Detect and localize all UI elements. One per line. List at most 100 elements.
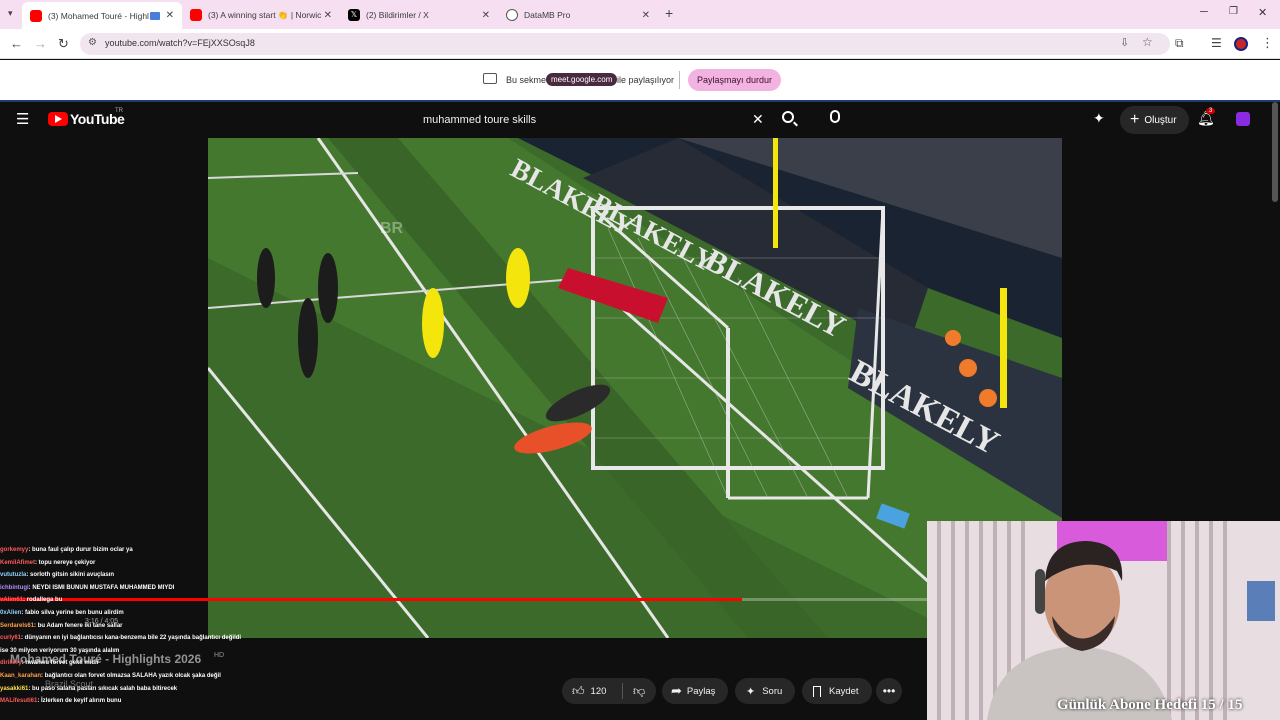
assistant-sparkle-icon[interactable]: ✦ [1093, 110, 1105, 127]
restore-icon[interactable]: ❐ [1229, 6, 1238, 17]
youtube-icon [190, 9, 202, 21]
tab-title: (2) Bildirimler / X [366, 10, 429, 20]
more-actions-button[interactable]: ••• [876, 678, 902, 704]
profile-avatar[interactable] [1234, 37, 1248, 51]
bookmark-star-icon[interactable]: ☆ [1142, 35, 1153, 49]
page-scrollbar[interactable] [1272, 102, 1278, 202]
chat-message: vututuzla: sorloth gitsin sikini avuçlas… [0, 569, 260, 582]
chat-message: KemilAfimet: topu nereye çekiyor [0, 557, 260, 570]
create-label: Oluştur [1144, 114, 1177, 126]
chat-message: curly61: dünyanın en iyi bağlantıcısı ka… [0, 632, 260, 645]
chat-message: Kaan_karahan: bağlantıcı olan forvet olm… [0, 670, 260, 683]
chat-message: gorkemyy: buna faul çalıp durur bizim oc… [0, 544, 260, 557]
chat-username: yasakki61 [0, 685, 29, 692]
sparkle-icon: ✦ [746, 685, 756, 698]
chat-username: ichbintugi [0, 584, 29, 591]
tab-title: (3) A winning start 👏 | Norwic [208, 9, 322, 20]
address-bar-row: ← → ↻ ⚙ youtube.com/watch?v=FEjXXSOsqJ8 … [0, 29, 1280, 59]
webcam-frame [927, 521, 1280, 720]
chat-username: vututuzla [0, 572, 27, 579]
share-label: Paylaş [686, 685, 716, 697]
media-controls-icon[interactable]: ☰ [1211, 36, 1222, 50]
tab-title: (3) Mohamed Touré - Highl [48, 10, 149, 21]
tab-mohamed-toure[interactable]: (3) Mohamed Touré - Highl ✕ [22, 2, 182, 29]
screen-share-icon [149, 11, 160, 20]
voice-search-icon[interactable] [830, 110, 840, 123]
chat-message: dirikery: nwahwu forvet gekli midir [0, 657, 260, 670]
chat-text: : nwahwu forvet gekli midir [21, 660, 100, 667]
chat-username: gorkemyy [0, 547, 29, 553]
clear-search-icon[interactable]: ✕ [752, 111, 764, 128]
back-icon[interactable]: ← [10, 36, 23, 51]
chat-message: yasakki61: bu paso salaha pasları sıkıca… [0, 683, 260, 696]
install-app-icon[interactable]: ⇩ [1120, 36, 1129, 49]
chat-text: : sorloth gitsin sikini avuçlasın [26, 572, 115, 579]
youtube-header: ☰ YouTube TR muhammed toure skills ✕ ✦ +… [0, 102, 1280, 138]
chat-text: : bu paso salaha pasları sıkıcak salah b… [28, 685, 178, 692]
chat-text: : rodallega bu [23, 597, 63, 604]
plus-icon: + [1130, 111, 1140, 128]
reload-icon[interactable]: ↻ [58, 36, 69, 52]
minimize-icon[interactable]: ─ [1200, 6, 1208, 18]
chat-username: vAlim61 [0, 597, 24, 604]
tab-datamb[interactable]: DataMB Pro ✕ [498, 4, 658, 26]
create-button[interactable]: + Oluştur [1120, 106, 1189, 134]
chat-message: MALifesuti61: İzlerken de keyif alırım b… [0, 695, 260, 708]
chat-message: ichbintugi: NEYDI ISMI BUNUN MUSTAFA MUH… [0, 582, 260, 595]
chat-text: : bu Adam fenere iki tane sallar [34, 622, 123, 629]
new-tab-icon[interactable]: + [665, 5, 673, 21]
like-button[interactable]: 👍︎ 120 [562, 684, 622, 699]
close-tab-icon[interactable]: ✕ [482, 10, 490, 21]
save-label: Kaydet [829, 685, 859, 697]
url-text[interactable]: youtube.com/watch?v=FEjXXSOsqJ8 [105, 38, 255, 48]
share-domain-chip: meet.google.com [546, 73, 618, 86]
tab-bildirimler[interactable]: 𝕏 (2) Bildirimler / X ✕ [340, 4, 498, 26]
close-tab-icon[interactable]: ✕ [642, 10, 650, 21]
chat-username: curly61 [0, 635, 22, 642]
site-info-icon[interactable]: ⚙ [88, 37, 97, 48]
chat-text: : bağlantıcı olan forvet olmazsa SALAHA … [41, 672, 221, 679]
share-arrow-icon: ➦ [671, 683, 682, 698]
bookmark-icon [813, 685, 821, 697]
tab-winning-start[interactable]: (3) A winning start 👏 | Norwic ✕ [182, 4, 340, 26]
chat-username: Serdarels61 [0, 622, 35, 629]
tab-search-chevron-icon[interactable]: ▾ [8, 8, 13, 19]
close-tab-icon[interactable]: ✕ [324, 10, 332, 21]
chat-username: Kaan_karahan [0, 672, 42, 679]
browser-menu-icon[interactable]: ⋮ [1261, 35, 1274, 51]
account-avatar[interactable] [1236, 112, 1250, 126]
share-text-after: ile paylaşılıyor [617, 75, 675, 85]
chat-message: Serdarels61: bu Adam fenere iki tane sal… [0, 620, 260, 633]
share-text-before: Bu sekme [506, 75, 547, 85]
thumbs-down-icon: 👎︎ [633, 683, 646, 698]
share-button[interactable]: ➦ Paylaş [662, 678, 728, 704]
globe-icon [506, 9, 518, 21]
dislike-button[interactable]: 👎︎ [623, 684, 645, 699]
youtube-logo-icon[interactable] [48, 112, 68, 126]
chat-username: 0xAlien [0, 609, 22, 616]
browser-tab-bar: ▾ (3) Mohamed Touré - Highl ✕ (3) A winn… [0, 0, 1280, 29]
screen-share-bar: Bu sekme meet.google.com ile paylaşılıyo… [0, 60, 1280, 101]
channel-watermark: BR [380, 220, 404, 237]
save-button[interactable]: Kaydet [802, 678, 872, 704]
stop-sharing-button[interactable]: Paylaşmayı durdur [688, 69, 782, 91]
notification-badge: 3 [1206, 108, 1216, 114]
like-dislike-group: 👍︎ 120 👎︎ [562, 678, 656, 704]
search-icon[interactable] [782, 111, 794, 123]
chat-message: ise 30 milyon veriyorum 30 yaşında alalı… [0, 645, 260, 658]
chat-text: : NEYDI ISMI BUNUN MUSTAFA MUHAMMED MIYD… [28, 584, 175, 591]
stream-chat-overlay: gorkemyy: buna faul çalıp durur bizim oc… [0, 544, 260, 720]
window-close-icon[interactable]: ✕ [1258, 6, 1267, 19]
more-icon: ••• [882, 684, 896, 698]
extensions-icon[interactable]: ⧉ [1175, 36, 1184, 51]
chat-text: : topu nereye çekiyor [35, 559, 96, 566]
ask-button[interactable]: ✦ Soru [735, 678, 795, 704]
forward-icon[interactable]: → [34, 36, 47, 51]
hamburger-menu-icon[interactable]: ☰ [16, 110, 29, 128]
close-tab-icon[interactable]: ✕ [166, 10, 174, 21]
search-query[interactable]: muhammed toure skills [423, 114, 536, 126]
search-input[interactable]: muhammed toure skills ✕ [413, 106, 773, 134]
omnibox[interactable]: ⚙ youtube.com/watch?v=FEjXXSOsqJ8 ⇩ ☆ [80, 33, 1170, 55]
region-code: TR [115, 108, 123, 114]
youtube-icon [30, 9, 42, 22]
